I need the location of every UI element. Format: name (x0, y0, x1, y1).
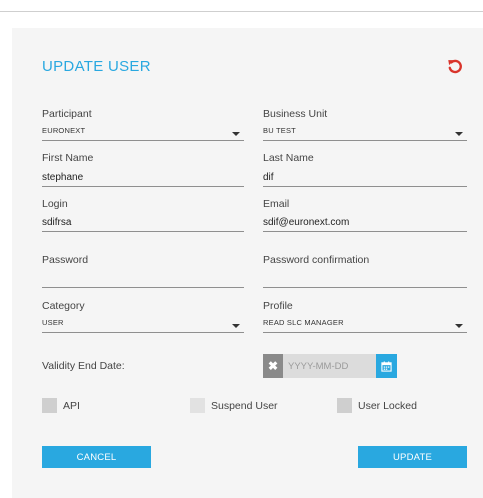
participant-select[interactable]: EURONEXT (42, 125, 244, 141)
login-field[interactable]: sdifrsa (42, 216, 244, 232)
last-name-label: Last Name (263, 152, 314, 164)
update-button[interactable]: UPDATE (358, 446, 467, 468)
business-unit-select[interactable]: BU TEST (263, 125, 467, 141)
last-name-field[interactable]: dif (263, 171, 467, 187)
user-locked-label: User Locked (358, 400, 417, 412)
password-label: Password (42, 254, 89, 266)
suspend-user-checkbox[interactable] (190, 398, 205, 413)
undo-icon[interactable] (446, 57, 464, 75)
validity-end-date-label: Validity End Date: (42, 360, 125, 372)
cancel-button[interactable]: CANCEL (42, 446, 151, 468)
category-label: Category (42, 300, 85, 312)
calendar-button[interactable] (376, 354, 397, 378)
chevron-down-icon (455, 324, 463, 328)
top-divider (0, 11, 483, 12)
email-value: sdif@euronext.com (263, 217, 350, 228)
chevron-down-icon (455, 132, 463, 136)
api-checkbox[interactable] (42, 398, 57, 413)
suspend-user-label: Suspend User (211, 400, 278, 412)
last-name-value: dif (263, 172, 274, 183)
business-unit-label: Business Unit (263, 108, 328, 120)
first-name-field[interactable]: stephane (42, 171, 244, 187)
profile-value: READ SLC MANAGER (263, 318, 344, 327)
user-locked-checkbox[interactable] (337, 398, 352, 413)
email-field[interactable]: sdif@euronext.com (263, 216, 467, 232)
validity-end-date-input[interactable] (283, 354, 376, 378)
category-select[interactable]: USER (42, 317, 244, 333)
participant-label: Participant (42, 108, 92, 120)
close-icon: ✖ (267, 359, 279, 373)
clear-date-button[interactable]: ✖ (263, 354, 283, 378)
calendar-icon (381, 360, 392, 372)
first-name-value: stephane (42, 172, 84, 183)
chevron-down-icon (232, 324, 240, 328)
password-field[interactable] (42, 272, 244, 288)
first-name-label: First Name (42, 152, 94, 164)
category-value: USER (42, 318, 64, 327)
profile-label: Profile (263, 300, 293, 312)
login-label: Login (42, 198, 68, 210)
participant-value: EURONEXT (42, 126, 86, 135)
api-label: API (63, 400, 80, 412)
password-confirmation-field[interactable] (263, 272, 467, 288)
form-title: UPDATE USER (42, 58, 151, 75)
login-value: sdifrsa (42, 217, 72, 228)
password-confirmation-label: Password confirmation (263, 254, 370, 266)
validity-end-date-picker: ✖ (263, 354, 397, 378)
profile-select[interactable]: READ SLC MANAGER (263, 317, 467, 333)
business-unit-value: BU TEST (263, 126, 296, 135)
email-label: Email (263, 198, 290, 210)
chevron-down-icon (232, 132, 240, 136)
